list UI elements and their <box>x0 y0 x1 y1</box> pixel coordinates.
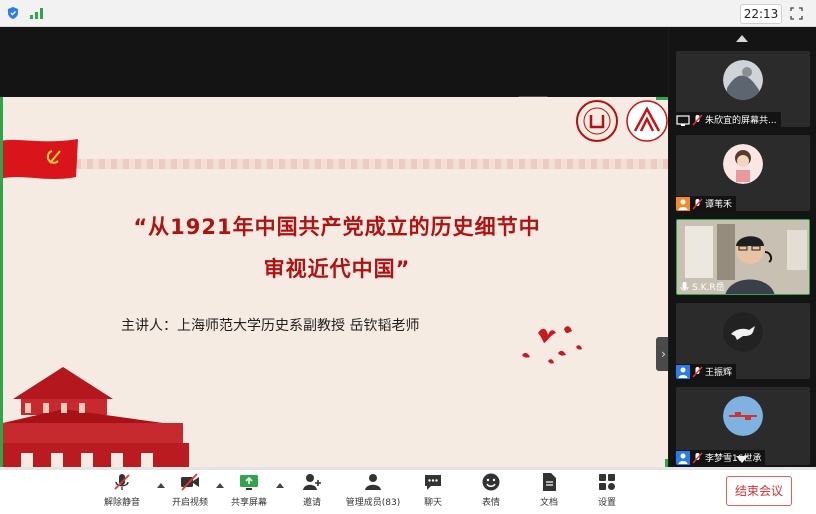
participant-tile[interactable]: 王振辉 <box>676 303 810 379</box>
party-flag-icon <box>3 139 78 179</box>
meeting-toolbar: 解除静音 开启视频 共享屏幕 邀请 管理成员(83) 聊天 表情 文档 设置 结… <box>0 467 816 514</box>
participant-tile-active-video[interactable]: S.K.R岳 <box>676 219 810 295</box>
participant-name: S.K.R岳 <box>692 283 725 293</box>
flying-birds-icon <box>522 326 582 364</box>
presentation-slide: “从1921年中国共产党成立的历史细节中 审视近代中国” 主讲人：上海师范大学历… <box>0 97 668 471</box>
user-icon <box>676 364 690 379</box>
mic-on-icon <box>680 281 689 290</box>
avatar <box>723 144 763 184</box>
slide-title-line1: “从1921年中国共产党成立的历史细节中 <box>133 215 541 239</box>
document-icon <box>543 473 556 491</box>
user-icon <box>676 196 690 211</box>
manage-members-button[interactable]: 管理成员(83) <box>342 472 404 512</box>
screen-share-icon <box>676 114 690 126</box>
smiley-icon <box>482 473 500 491</box>
video-off-icon <box>181 473 199 491</box>
scroll-up-icon[interactable] <box>735 33 749 43</box>
toolbar-top-line <box>0 468 816 470</box>
signal-strength-icon[interactable] <box>30 7 44 19</box>
tiananmen-illustration <box>3 367 189 471</box>
settings-label: 设置 <box>597 498 616 508</box>
reactions-button[interactable]: 表情 <box>474 472 508 512</box>
shield-icon[interactable] <box>6 6 20 20</box>
manage-members-label: 管理成员(83) <box>345 498 401 508</box>
mic-muted-icon <box>692 198 703 209</box>
mic-muted-icon <box>692 366 703 377</box>
share-screen-icon <box>240 475 258 490</box>
add-user-icon <box>303 474 321 490</box>
chevron-up-icon[interactable] <box>276 482 284 488</box>
chevron-up-icon[interactable] <box>216 482 224 488</box>
mic-muted-icon <box>114 474 130 490</box>
participant-namebar: 谭苇禾 <box>676 196 737 211</box>
top-status-bar: 22:13 <box>0 0 816 27</box>
avatar <box>723 312 763 352</box>
scroll-down-icon[interactable] <box>735 455 749 465</box>
unmute-button[interactable]: 解除静音 <box>100 472 144 512</box>
invite-label: 邀请 <box>302 498 321 508</box>
university-emblem-icon <box>626 100 668 142</box>
settings-grid-icon <box>599 474 615 490</box>
share-screen-button[interactable]: 共享屏幕 <box>226 472 272 512</box>
user-icon <box>676 450 690 465</box>
chevron-up-icon[interactable] <box>157 482 165 488</box>
mic-muted-icon <box>692 114 703 125</box>
participant-tile[interactable]: 朱欣宜的屏幕共... <box>676 51 810 127</box>
chat-label: 聊天 <box>423 498 442 508</box>
fullscreen-icon[interactable] <box>790 7 803 20</box>
participant-name: 谭苇禾 <box>705 200 733 210</box>
university-seal-icon <box>576 100 618 142</box>
documents-label: 文档 <box>539 498 558 508</box>
unmute-label: 解除静音 <box>103 498 140 508</box>
invite-button[interactable]: 邀请 <box>294 472 330 512</box>
participant-name: 李梦雪16世承 <box>705 454 762 464</box>
participant-namebar: 王振辉 <box>676 364 737 379</box>
participant-name: 王振辉 <box>705 368 733 378</box>
decorative-pattern-band <box>3 159 668 169</box>
share-screen-label: 共享屏幕 <box>230 498 267 508</box>
reactions-label: 表情 <box>481 498 500 508</box>
start-video-label: 开启视频 <box>171 498 208 508</box>
participant-namebar: 朱欣宜的屏幕共... <box>676 112 781 127</box>
participant-tile[interactable]: 李梦雪16世承 <box>676 387 810 465</box>
participant-namebar: 李梦雪16世承 <box>676 450 766 465</box>
meeting-clock: 22:13 <box>740 4 782 24</box>
members-icon <box>365 474 381 490</box>
chat-icon <box>425 475 441 490</box>
start-video-button[interactable]: 开启视频 <box>168 472 212 512</box>
avatar <box>723 60 763 100</box>
participant-namebar: S.K.R岳 <box>677 279 729 294</box>
shared-screen-area: “从1921年中国共产党成立的历史细节中 审视近代中国” 主讲人：上海师范大学历… <box>0 27 668 471</box>
slide-title-line2: 审视近代中国” <box>263 257 411 281</box>
participant-name: 朱欣宜的屏幕共... <box>705 116 777 126</box>
slide-next-arrow[interactable]: › <box>656 337 668 371</box>
end-meeting-button[interactable]: 结束会议 <box>726 476 792 506</box>
slide-lecturer: 主讲人：上海师范大学历史系副教授 岳钦韬老师 <box>121 318 420 334</box>
chat-button[interactable]: 聊天 <box>416 472 450 512</box>
participant-panel: 朱欣宜的屏幕共... 谭苇禾 S.K.R岳 王振辉 李梦雪16世承 <box>669 27 816 467</box>
mic-muted-icon <box>692 452 703 463</box>
participant-tile[interactable]: 谭苇禾 <box>676 135 810 211</box>
settings-button[interactable]: 设置 <box>590 472 624 512</box>
documents-button[interactable]: 文档 <box>532 472 566 512</box>
avatar <box>723 396 763 436</box>
